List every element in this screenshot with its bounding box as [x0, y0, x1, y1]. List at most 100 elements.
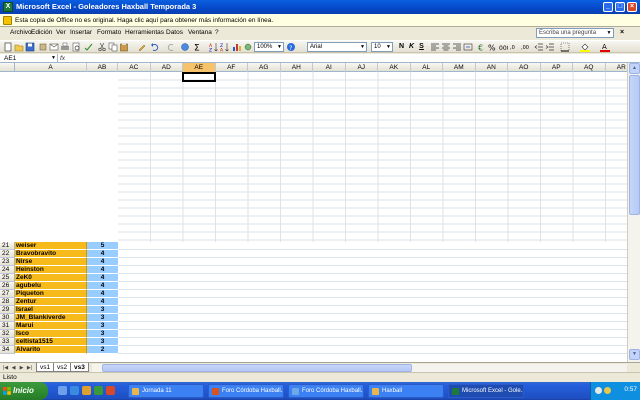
vertical-scrollbar[interactable]: ▲ ▼: [627, 63, 640, 362]
empty-cells[interactable]: [118, 330, 627, 338]
player-name-cell[interactable]: Alvarito: [15, 346, 87, 354]
table-row[interactable]: 32 Isco 3: [0, 330, 627, 338]
active-cell-ae1[interactable]: [182, 72, 216, 82]
column-header-a[interactable]: A: [15, 63, 87, 72]
menu-datos[interactable]: Datos: [166, 29, 183, 36]
empty-cells[interactable]: [118, 250, 627, 258]
autosum-icon[interactable]: Σ: [192, 42, 202, 53]
spellcheck-icon[interactable]: [84, 42, 94, 52]
menu-ver[interactable]: Ver: [56, 29, 66, 36]
chevron-down-icon[interactable]: ▼: [385, 43, 392, 51]
player-name-cell[interactable]: Bravobravito: [15, 250, 87, 258]
hyperlink-icon[interactable]: [180, 42, 190, 52]
print-preview-icon[interactable]: [71, 42, 81, 52]
row-header[interactable]: 28: [0, 298, 15, 306]
empty-cells[interactable]: [118, 282, 627, 290]
empty-cells[interactable]: [118, 298, 627, 306]
fx-icon[interactable]: fx: [60, 54, 65, 63]
menu-archivo[interactable]: Archivo: [10, 29, 32, 36]
row-header[interactable]: 24: [0, 266, 15, 274]
email-icon[interactable]: [49, 42, 59, 52]
quicklaunch-desktop-icon[interactable]: [58, 386, 67, 395]
row-header[interactable]: 33: [0, 338, 15, 346]
scroll-up-icon[interactable]: ▲: [629, 63, 640, 74]
underline-button[interactable]: S: [417, 42, 426, 52]
goals-cell[interactable]: 4: [87, 298, 118, 306]
goals-cell[interactable]: 4: [87, 290, 118, 298]
vertical-scroll-thumb[interactable]: [629, 75, 640, 215]
empty-cells[interactable]: [118, 314, 627, 322]
column-header-ag[interactable]: AG: [248, 63, 281, 72]
zoom-select[interactable]: 100% ▼: [254, 42, 284, 52]
row-header[interactable]: 23: [0, 258, 15, 266]
goals-cell[interactable]: 2: [87, 346, 118, 354]
print-icon[interactable]: [60, 42, 70, 52]
goals-cell[interactable]: 3: [87, 330, 118, 338]
title-bar[interactable]: X Microsoft Excel - Goleadores Haxball T…: [0, 0, 640, 14]
excel-app-icon[interactable]: X: [3, 2, 13, 12]
taskbar-button[interactable]: Foro Córdoba Haxball...: [208, 384, 284, 398]
player-name-cell[interactable]: ZeK0: [15, 274, 87, 282]
column-header-ao[interactable]: AO: [508, 63, 541, 72]
table-row[interactable]: 31 Marui 3: [0, 322, 627, 330]
goals-cell[interactable]: 4: [87, 274, 118, 282]
column-header-al[interactable]: AL: [411, 63, 443, 72]
table-row[interactable]: 30 JM_Blankiverde 3: [0, 314, 627, 322]
menu-help[interactable]: ?: [215, 29, 219, 36]
goals-cell[interactable]: 3: [87, 314, 118, 322]
minimize-button[interactable]: _: [603, 2, 613, 12]
office-notice-text[interactable]: Esta copia de Office no es original. Hag…: [15, 17, 273, 24]
goals-cell[interactable]: 4: [87, 266, 118, 274]
office-notice-bar[interactable]: Esta copia de Office no es original. Hag…: [0, 14, 640, 27]
workbook-close-icon[interactable]: ×: [620, 29, 624, 36]
goals-cell[interactable]: 4: [87, 250, 118, 258]
goals-cell[interactable]: 5: [87, 242, 118, 250]
chevron-down-icon[interactable]: ▼: [359, 43, 366, 51]
column-header-aj[interactable]: AJ: [346, 63, 378, 72]
decrease-decimal-icon[interactable]: ,00: [521, 42, 531, 52]
column-header-am[interactable]: AM: [443, 63, 476, 72]
empty-cells[interactable]: [118, 266, 627, 274]
empty-cells[interactable]: [118, 338, 627, 346]
column-header-an[interactable]: AN: [476, 63, 508, 72]
empty-cells[interactable]: [118, 322, 627, 330]
empty-cells[interactable]: [118, 242, 627, 250]
table-row[interactable]: 21 weiser 5: [0, 242, 627, 250]
table-row[interactable]: 29 Israel 3: [0, 306, 627, 314]
table-row[interactable]: 28 Zentur 4: [0, 298, 627, 306]
player-name-cell[interactable]: Israel: [15, 306, 87, 314]
column-header-ai[interactable]: AI: [313, 63, 346, 72]
quicklaunch-app-icon[interactable]: [106, 386, 115, 395]
thousands-icon[interactable]: 000: [498, 42, 508, 52]
quicklaunch-browser-icon[interactable]: [70, 386, 79, 395]
sheet-tab-vs1[interactable]: vs1: [36, 363, 55, 372]
goals-cell[interactable]: 4: [87, 258, 118, 266]
sort-descending-icon[interactable]: ZA: [220, 42, 230, 52]
taskbar-button[interactable]: Foro Córdoba Haxball...: [288, 384, 364, 398]
font-select[interactable]: Arial ▼: [307, 42, 367, 52]
player-name-cell[interactable]: Nirse: [15, 258, 87, 266]
borders-icon[interactable]: [560, 42, 570, 52]
table-row[interactable]: 27 Piqueton 4: [0, 290, 627, 298]
decrease-indent-icon[interactable]: [534, 42, 544, 52]
table-row[interactable]: 24 Heinston 4: [0, 266, 627, 274]
player-name-cell[interactable]: celtista1515: [15, 338, 87, 346]
cut-icon[interactable]: [97, 42, 107, 52]
menu-formato[interactable]: Formato: [97, 29, 121, 36]
close-button[interactable]: ×: [627, 2, 637, 12]
row-header[interactable]: 26: [0, 282, 15, 290]
column-header-af[interactable]: AF: [216, 63, 248, 72]
permission-icon[interactable]: [38, 42, 48, 52]
paste-icon[interactable]: [119, 42, 129, 52]
help-search-input[interactable]: Escriba una pregunta ▼: [536, 28, 614, 38]
player-name-cell[interactable]: agubelu: [15, 282, 87, 290]
first-sheet-icon[interactable]: |◀: [2, 364, 9, 372]
row-header[interactable]: 34: [0, 346, 15, 354]
column-header-ae[interactable]: AE: [183, 63, 216, 72]
quicklaunch-folder-icon[interactable]: [82, 386, 91, 395]
italic-button[interactable]: K: [407, 42, 416, 52]
chart-wizard-icon[interactable]: [232, 42, 242, 52]
column-header-ac[interactable]: AC: [118, 63, 151, 72]
spreadsheet-grid[interactable]: A AB AC AD AE AF AG AH AI AJ AK AL AM AN AO AP AQ AR 21…: [0, 63, 627, 362]
row-header[interactable]: 31: [0, 322, 15, 330]
